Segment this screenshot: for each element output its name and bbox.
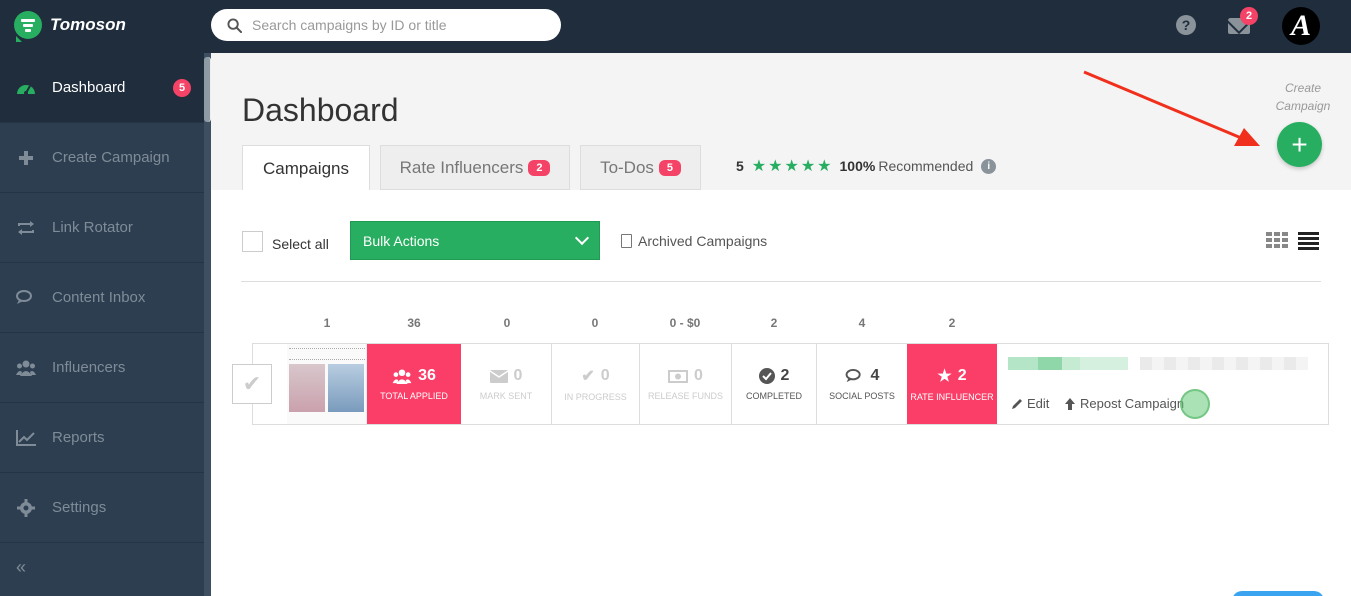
top-bar <box>0 0 1351 53</box>
sidebar-item-settings[interactable]: Settings <box>0 473 204 543</box>
check-icon: ✔ <box>581 368 595 385</box>
comments-icon <box>845 368 861 382</box>
create-campaign-label: Create Campaign <box>1275 81 1331 113</box>
rating-summary: 5 ★★★★★ 100% Recommended i <box>736 156 997 176</box>
stat-rate-influencer[interactable]: ★ 2 RATE INFLUENCER <box>907 344 997 424</box>
pencil-icon <box>1012 398 1022 409</box>
app-name: Tomoson <box>50 15 126 34</box>
stat-release-funds[interactable]: 0 RELEASE FUNDS <box>640 344 732 424</box>
avatar[interactable]: A <box>1282 7 1320 45</box>
stat-in-progress[interactable]: ✔ 0 IN PROGRESS <box>552 344 640 424</box>
sidebar-item-label: Content Inbox <box>52 289 146 306</box>
click-indicator <box>1180 389 1210 419</box>
users-icon <box>392 368 412 384</box>
campaign-thumbnail[interactable] <box>287 344 367 424</box>
select-all-checkbox[interactable] <box>242 231 263 252</box>
comments-icon <box>16 288 36 308</box>
retweet-icon <box>16 218 36 238</box>
sidebar-item-create-campaign[interactable]: Create Campaign <box>0 123 204 193</box>
column-count: 0 <box>591 316 599 330</box>
bottom-action-button[interactable] <box>1232 591 1324 596</box>
sidebar-item-link-rotator[interactable]: Link Rotator <box>0 193 204 263</box>
sidebar-item-influencers[interactable]: Influencers <box>0 333 204 403</box>
recommended-percent: 100% <box>839 158 876 174</box>
scrollbar-thumb[interactable] <box>204 57 211 122</box>
stat-total-applied[interactable]: 36 TOTAL APPLIED <box>367 344 461 424</box>
search-bar[interactable] <box>211 9 561 41</box>
sidebar: Dashboard 5 Create Campaign Link Rotator… <box>0 53 211 596</box>
repost-campaign-link[interactable]: Repost Campaign <box>1064 396 1184 411</box>
edit-link[interactable]: Edit <box>1011 396 1049 411</box>
annotation-arrow <box>1083 70 1260 146</box>
column-count: 2 <box>948 316 956 330</box>
mail-badge: 2 <box>1240 7 1258 25</box>
sidebar-item-label: Create Campaign <box>52 149 170 166</box>
sidebar-item-label: Dashboard <box>52 79 126 96</box>
column-count: 1 <box>323 316 331 330</box>
users-icon <box>16 358 36 378</box>
bulk-actions-dropdown[interactable]: Bulk Actions <box>350 221 600 260</box>
line-chart-icon <box>16 428 36 448</box>
list-view-icon[interactable] <box>1298 232 1319 252</box>
column-count: 0 <box>503 316 511 330</box>
tab-badge: 2 <box>528 159 551 176</box>
tab-badge: 5 <box>658 159 681 176</box>
rating-count: 5 <box>736 158 744 174</box>
info-icon[interactable]: i <box>981 158 997 174</box>
page-title: Dashboard <box>242 92 399 128</box>
archived-campaigns-link[interactable]: Archived Campaigns <box>621 233 767 249</box>
app-logo[interactable]: Tomoson <box>14 11 126 42</box>
plus-icon <box>16 148 36 168</box>
column-count: 0 - $0 <box>669 316 701 330</box>
row-checkbox[interactable]: ✔ <box>232 364 272 404</box>
gear-icon <box>16 498 36 518</box>
column-count: 2 <box>770 316 778 330</box>
search-input[interactable] <box>252 17 542 33</box>
sidebar-item-content-inbox[interactable]: Content Inbox <box>0 263 204 333</box>
tab-to-dos[interactable]: To-Dos 5 <box>580 145 701 190</box>
sidebar-item-label: Link Rotator <box>52 219 133 236</box>
star-icon: ★ <box>937 368 952 385</box>
campaign-title-redacted <box>1008 357 1128 370</box>
sidebar-item-label: Reports <box>52 429 105 446</box>
stat-social-posts[interactable]: 4 SOCIAL POSTS <box>817 344 907 424</box>
recommended-label: Recommended <box>878 158 974 174</box>
search-icon <box>227 17 242 33</box>
question-circle-icon[interactable]: ? <box>1176 15 1196 35</box>
create-campaign-button[interactable]: + <box>1277 122 1322 167</box>
collapse-sidebar-button[interactable]: « <box>16 557 26 578</box>
stat-mark-sent[interactable]: 0 MARK SENT <box>461 344 552 424</box>
column-count: 4 <box>858 316 866 330</box>
select-all-label[interactable]: Select all <box>272 236 329 252</box>
sidebar-item-label: Influencers <box>52 359 126 376</box>
money-icon <box>668 369 689 383</box>
sidebar-item-dashboard[interactable]: Dashboard 5 <box>0 53 204 123</box>
sidebar-badge: 5 <box>173 79 191 97</box>
sidebar-scrollbar[interactable] <box>204 53 211 596</box>
stat-completed[interactable]: 2 COMPLETED <box>732 344 817 424</box>
column-count: 36 <box>407 316 421 330</box>
grid-view-icon[interactable] <box>1266 232 1288 248</box>
sidebar-item-label: Settings <box>52 499 107 516</box>
check-circle-icon <box>758 368 775 384</box>
archive-icon <box>621 234 632 248</box>
check-icon: ✔ <box>242 371 262 396</box>
sidebar-item-reports[interactable]: Reports <box>0 403 204 473</box>
tab-campaigns[interactable]: Campaigns <box>242 145 370 191</box>
logo-icon <box>14 11 42 42</box>
divider <box>241 281 1321 282</box>
chevron-down-icon <box>574 230 590 246</box>
tab-rate-influencers[interactable]: Rate Influencers 2 <box>380 145 570 190</box>
arrow-up-icon <box>1065 397 1075 410</box>
dashboard-icon <box>16 78 36 98</box>
campaign-id-redacted <box>1140 357 1308 370</box>
star-icon: ★★★★★ <box>751 158 834 175</box>
envelope-icon <box>489 369 508 383</box>
